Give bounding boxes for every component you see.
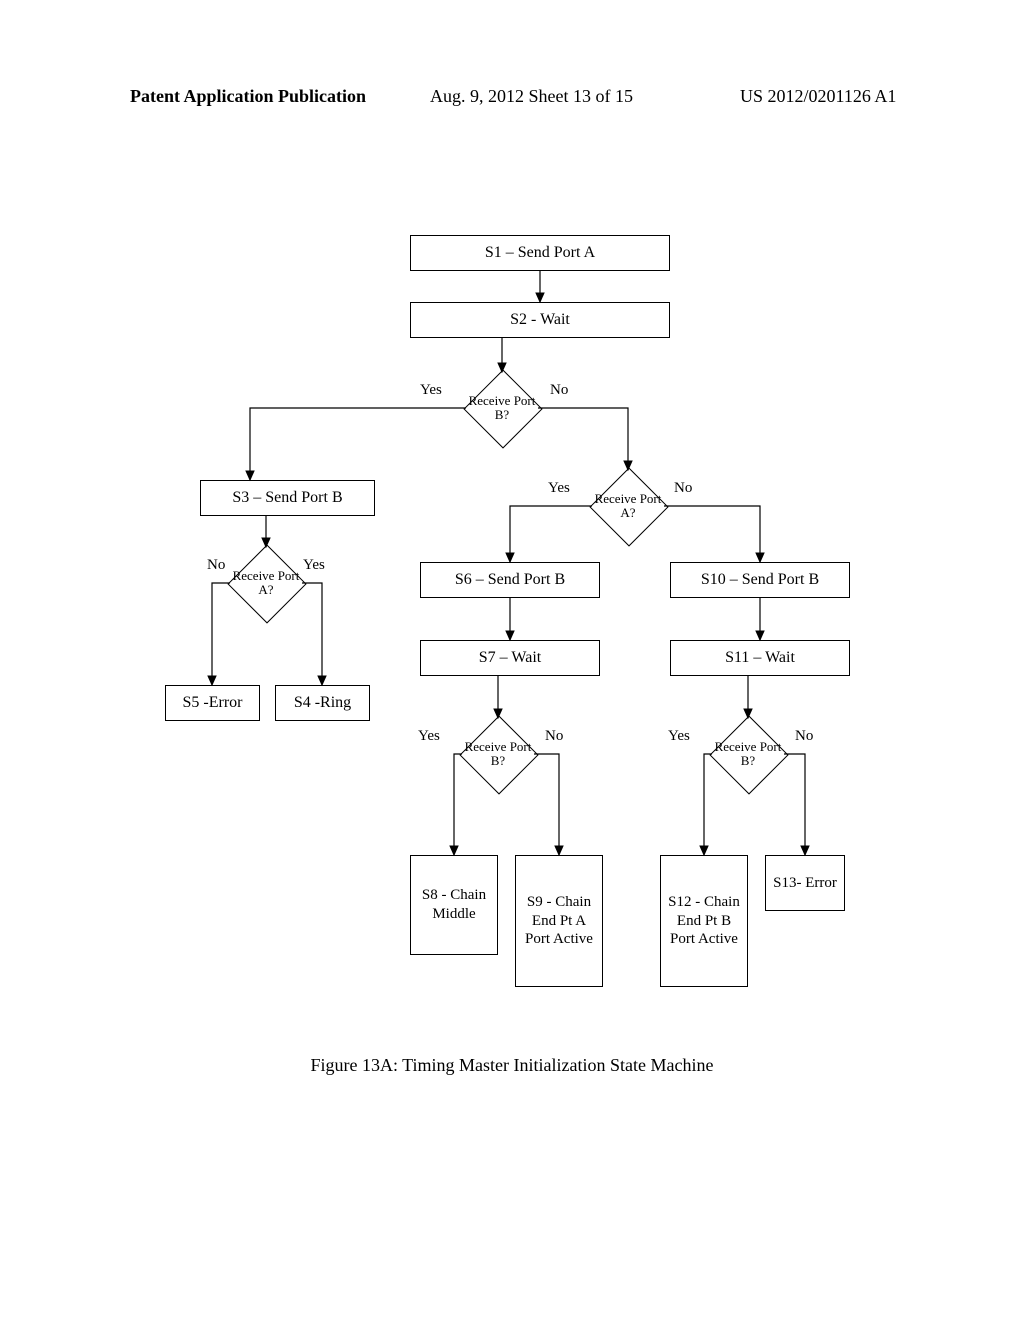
state-s6: S6 – Send Port B xyxy=(420,562,600,598)
decision-text: Receive Port A? xyxy=(590,468,666,544)
page-header: Patent Application Publication Aug. 9, 2… xyxy=(0,86,1024,110)
decision-receive-port-b: Receive Port B? xyxy=(464,370,540,446)
header-left: Patent Application Publication xyxy=(130,86,366,107)
label-no: No xyxy=(550,382,568,399)
state-s13: S13- Error xyxy=(765,855,845,911)
decision-text: Receive Port A? xyxy=(228,545,304,621)
label-no: No xyxy=(674,480,692,497)
label-no: No xyxy=(545,728,563,745)
state-s5: S5 -Error xyxy=(165,685,260,721)
decision-text: Receive Port B? xyxy=(464,370,540,446)
state-s12: S12 - Chain End Pt B Port Active xyxy=(660,855,748,987)
label-yes: Yes xyxy=(418,728,440,745)
figure-caption: Figure 13A: Timing Master Initialization… xyxy=(0,1055,1024,1076)
header-right: US 2012/0201126 A1 xyxy=(740,86,896,107)
decision-receive-port-b-2: Receive Port B? xyxy=(460,716,536,792)
state-s9: S9 - Chain End Pt A Port Active xyxy=(515,855,603,987)
state-s4: S4 -Ring xyxy=(275,685,370,721)
label-no: No xyxy=(207,557,225,574)
header-mid: Aug. 9, 2012 Sheet 13 of 15 xyxy=(430,86,633,107)
state-s3: S3 – Send Port B xyxy=(200,480,375,516)
patent-page: Patent Application Publication Aug. 9, 2… xyxy=(0,0,1024,1320)
state-s7: S7 – Wait xyxy=(420,640,600,676)
state-s1: S1 – Send Port A xyxy=(410,235,670,271)
decision-receive-port-a-2: Receive Port A? xyxy=(228,545,304,621)
decision-receive-port-a: Receive Port A? xyxy=(590,468,666,544)
label-yes: Yes xyxy=(420,382,442,399)
state-s10: S10 – Send Port B xyxy=(670,562,850,598)
state-s11: S11 – Wait xyxy=(670,640,850,676)
decision-text: Receive Port B? xyxy=(710,716,786,792)
label-yes: Yes xyxy=(668,728,690,745)
label-no: No xyxy=(795,728,813,745)
state-s8: S8 - Chain Middle xyxy=(410,855,498,955)
label-yes: Yes xyxy=(548,480,570,497)
label-yes: Yes xyxy=(303,557,325,574)
decision-receive-port-b-3: Receive Port B? xyxy=(710,716,786,792)
state-s2: S2 - Wait xyxy=(410,302,670,338)
decision-text: Receive Port B? xyxy=(460,716,536,792)
